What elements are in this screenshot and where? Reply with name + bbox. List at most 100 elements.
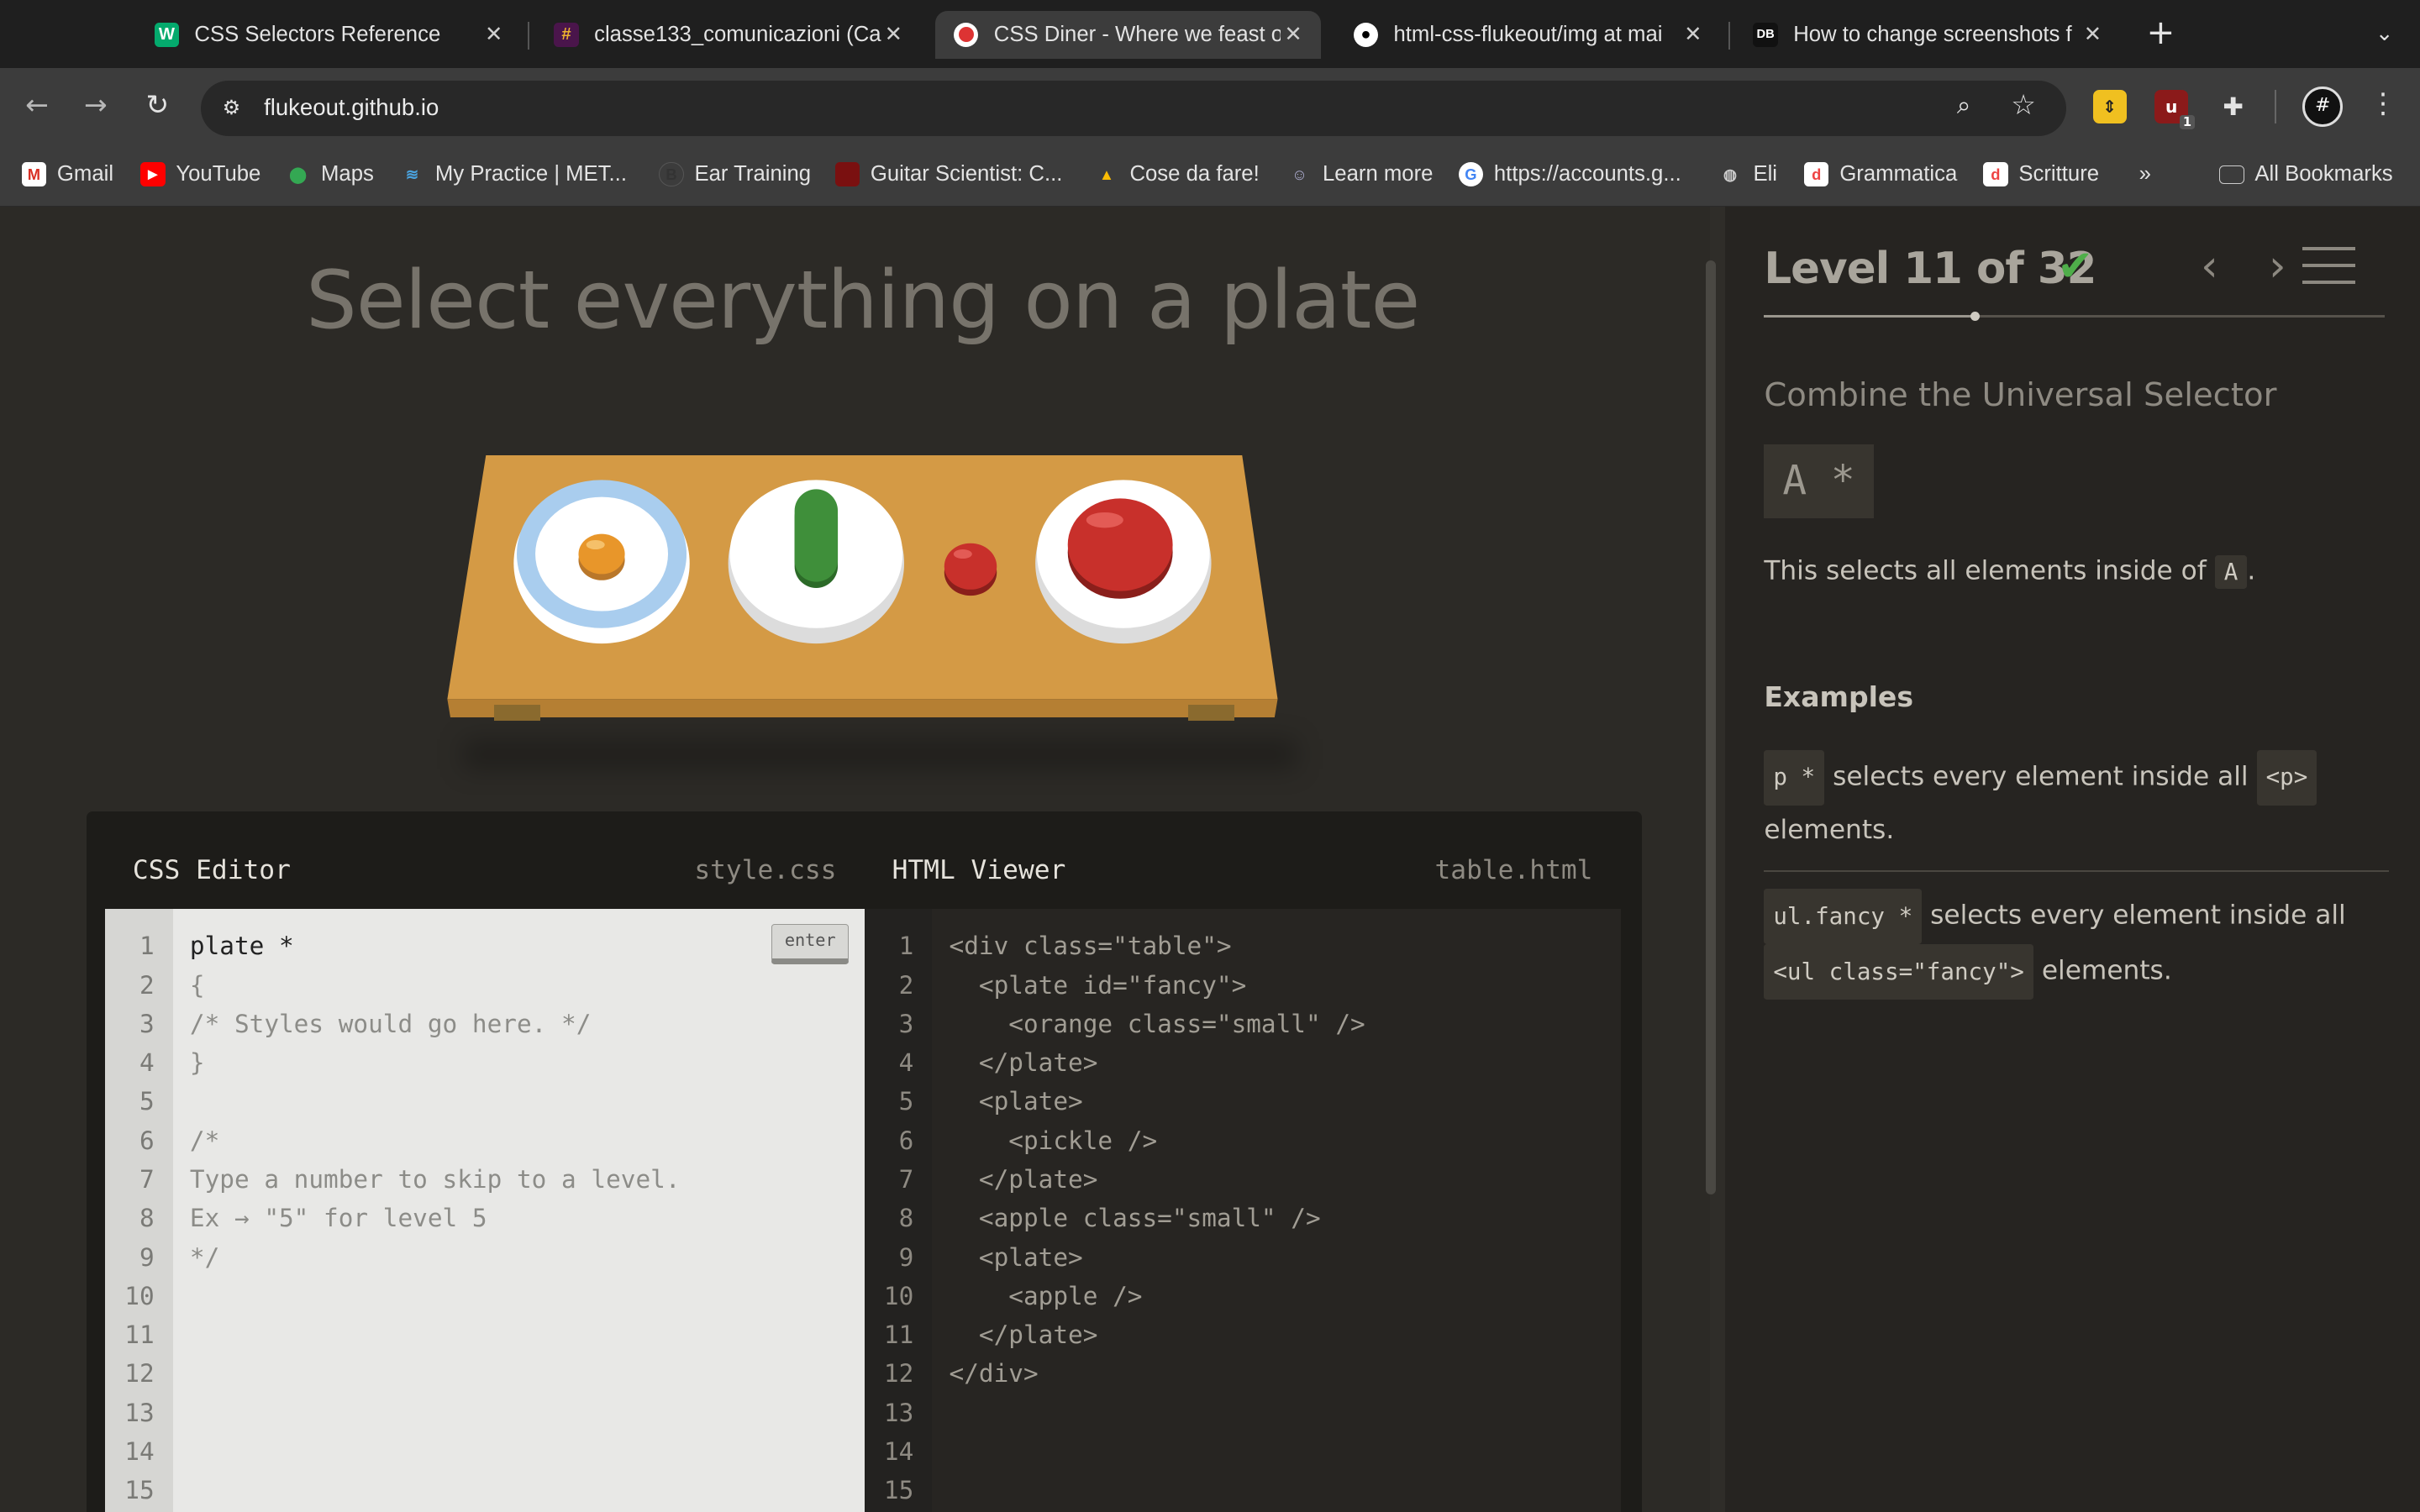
- bookmark-ear-training[interactable]: B Ear Training: [659, 160, 811, 188]
- tab-strip: W CSS Selectors Reference ✕ # classe133_…: [0, 0, 2420, 68]
- bookmark-gmail[interactable]: M Gmail: [21, 160, 113, 188]
- extension-badge: 1: [2180, 115, 2195, 130]
- line-number: 15: [124, 1476, 155, 1505]
- close-icon[interactable]: ✕: [2081, 22, 2105, 47]
- line-number: 6: [898, 1126, 914, 1155]
- next-level-icon[interactable]: ›: [2269, 241, 2286, 291]
- tab-slack[interactable]: # classe133_comunicazioni (Ca ✕: [535, 11, 921, 59]
- code-line: <plate>: [949, 1087, 1083, 1116]
- reload-button[interactable]: ↻: [139, 87, 176, 123]
- browser-toolbar: ← → ↻ ⚙ flukeout.github.io ⌕ ☆ ⇕ u1 ✚ # …: [0, 67, 2420, 142]
- example-item: p * selects every element inside all <p>…: [1764, 749, 2389, 855]
- extensions-puzzle-icon[interactable]: ✚: [2217, 90, 2250, 123]
- extension-arrows-icon[interactable]: ⇕: [2092, 89, 2127, 123]
- line-number: 5: [898, 1087, 914, 1116]
- address-bar[interactable]: ⚙ flukeout.github.io ⌕ ☆: [200, 80, 2067, 136]
- forward-button[interactable]: →: [77, 87, 114, 123]
- line-number: 6: [139, 1126, 155, 1155]
- previous-level-icon[interactable]: ‹: [2201, 241, 2218, 291]
- line-number: 4: [139, 1048, 155, 1078]
- page-content: Select everything on a plate CSS Editor …: [0, 207, 2420, 1512]
- line-number: 5: [139, 1087, 155, 1116]
- selector-name: Combine the Universal Selector: [1764, 376, 2277, 415]
- level-sidebar: Level 11 of 32 ✔ ‹ › Combine the Univers…: [1725, 207, 2420, 1512]
- bookmark-google-accounts[interactable]: Ghttps://accounts.g...: [1458, 160, 1681, 188]
- close-icon[interactable]: ✕: [881, 22, 906, 47]
- profile-avatar[interactable]: #: [2302, 86, 2344, 127]
- zoom-icon[interactable]: ⌕: [1957, 91, 1970, 120]
- example-item: ul.fancy * selects every element inside …: [1764, 888, 2389, 1000]
- fancy-plate[interactable]: [513, 480, 690, 643]
- bookmark-cose-da-fare[interactable]: ▲ Cose da fare!: [1094, 160, 1260, 188]
- css-editor-header: CSS Editor style.css: [132, 854, 837, 885]
- code-line: <div class="table">: [949, 932, 1232, 961]
- code-line: </plate>: [949, 1165, 1098, 1194]
- bookmark-youtube[interactable]: ▶ YouTube: [140, 160, 260, 188]
- bookmark-grammatica[interactable]: d Grammatica: [1804, 160, 1957, 188]
- new-tab-button[interactable]: +: [2142, 15, 2179, 52]
- plate-with-pickle[interactable]: [728, 480, 905, 643]
- level-menu-icon[interactable]: [2302, 246, 2355, 287]
- tab-screenshots[interactable]: DB How to change screenshots f ✕: [1734, 11, 2120, 59]
- examples-heading: Examples: [1764, 680, 1914, 713]
- code-editor: CSS Editor style.css HTML Viewer table.h…: [86, 811, 1643, 1512]
- level-instruction: Select everything on a plate: [306, 253, 1420, 348]
- back-button[interactable]: ←: [18, 87, 55, 123]
- table-illustration: [447, 454, 1278, 718]
- tab-github[interactable]: ● html-css-flukeout/img at mai ✕: [1335, 11, 1721, 59]
- close-icon[interactable]: ✕: [1281, 22, 1305, 47]
- gmail-icon: M: [21, 161, 47, 187]
- css-input-pane[interactable]: 1 plate * 2 {3 /* Styles would go here. */ 4}…: [104, 908, 865, 1512]
- tab-css-selectors-reference[interactable]: W CSS Selectors Reference ✕: [136, 11, 522, 59]
- apple-small[interactable]: [944, 543, 997, 596]
- line-number: 1: [139, 932, 155, 961]
- line-number: 3: [898, 1009, 914, 1038]
- bookmarks-bar: M Gmail ▶ YouTube ⬤ Maps ≋ My Practice | MET…: [0, 141, 2420, 207]
- site-info-icon[interactable]: ⚙: [216, 92, 247, 123]
- html-viewer-header: HTML Viewer table.html: [892, 854, 1593, 885]
- github-icon: ●: [1353, 22, 1379, 47]
- enter-button[interactable]: enter: [771, 924, 850, 964]
- plate-with-apple[interactable]: [1035, 480, 1212, 643]
- game-area: Select everything on a plate CSS Editor …: [0, 207, 1711, 1512]
- more-bookmarks-chevron-icon[interactable]: »: [2139, 160, 2151, 188]
- close-icon[interactable]: ✕: [481, 22, 506, 47]
- line-number: 14: [883, 1437, 914, 1467]
- bookmark-scritture[interactable]: d Scritture: [1983, 160, 2099, 188]
- code-line: <apple class="small" />: [949, 1204, 1321, 1233]
- line-number: 7: [139, 1165, 155, 1194]
- ublock-icon[interactable]: u1: [2154, 89, 2195, 130]
- bookmark-star-icon[interactable]: ☆: [2011, 88, 2036, 121]
- selector-syntax: A *: [1764, 444, 1874, 519]
- all-bookmarks[interactable]: All Bookmarks: [2219, 160, 2393, 188]
- bookmark-guitar-scientist[interactable]: Guitar Scientist: C...: [834, 160, 1062, 188]
- tab-css-diner[interactable]: CSS Diner - Where we feast o ✕: [935, 10, 1322, 59]
- w3schools-icon: W: [154, 22, 180, 47]
- bookmark-learn-more[interactable]: ☺ Learn more: [1287, 160, 1433, 188]
- line-number: 14: [124, 1437, 155, 1467]
- level-indicator: Level 11 of 32: [1764, 244, 2096, 295]
- line-number: 15: [883, 1476, 914, 1505]
- tab-search-button[interactable]: ⌄: [2366, 15, 2403, 52]
- line-number: 12: [124, 1359, 155, 1389]
- code-line: <apple />: [949, 1281, 1143, 1310]
- line-number: 10: [883, 1281, 914, 1310]
- code-line: </plate>: [949, 1048, 1098, 1078]
- orange-small: [578, 533, 625, 575]
- scrollbar[interactable]: [1705, 260, 1717, 1194]
- line-number: 4: [898, 1048, 914, 1078]
- code-line: </div>: [949, 1359, 1039, 1389]
- line-number: 2: [139, 970, 155, 1000]
- bookmark-eli[interactable]: ◍ Eli: [1718, 160, 1777, 188]
- bookmark-my-practice[interactable]: ≋ My Practice | MET...: [400, 160, 627, 188]
- google-icon: G: [1458, 161, 1484, 187]
- code-line: <pickle />: [949, 1126, 1158, 1155]
- url-text[interactable]: flukeout.github.io: [264, 94, 439, 121]
- bookmark-maps[interactable]: ⬤ Maps: [286, 160, 374, 188]
- maps-pin-icon: ⬤: [289, 165, 307, 183]
- screen: W CSS Selectors Reference ✕ # classe133_…: [0, 0, 2420, 1512]
- line-number: 11: [883, 1320, 914, 1350]
- close-icon[interactable]: ✕: [1681, 22, 1705, 47]
- line-number: 8: [898, 1204, 914, 1233]
- browser-menu-icon[interactable]: ⋮: [2369, 87, 2396, 119]
